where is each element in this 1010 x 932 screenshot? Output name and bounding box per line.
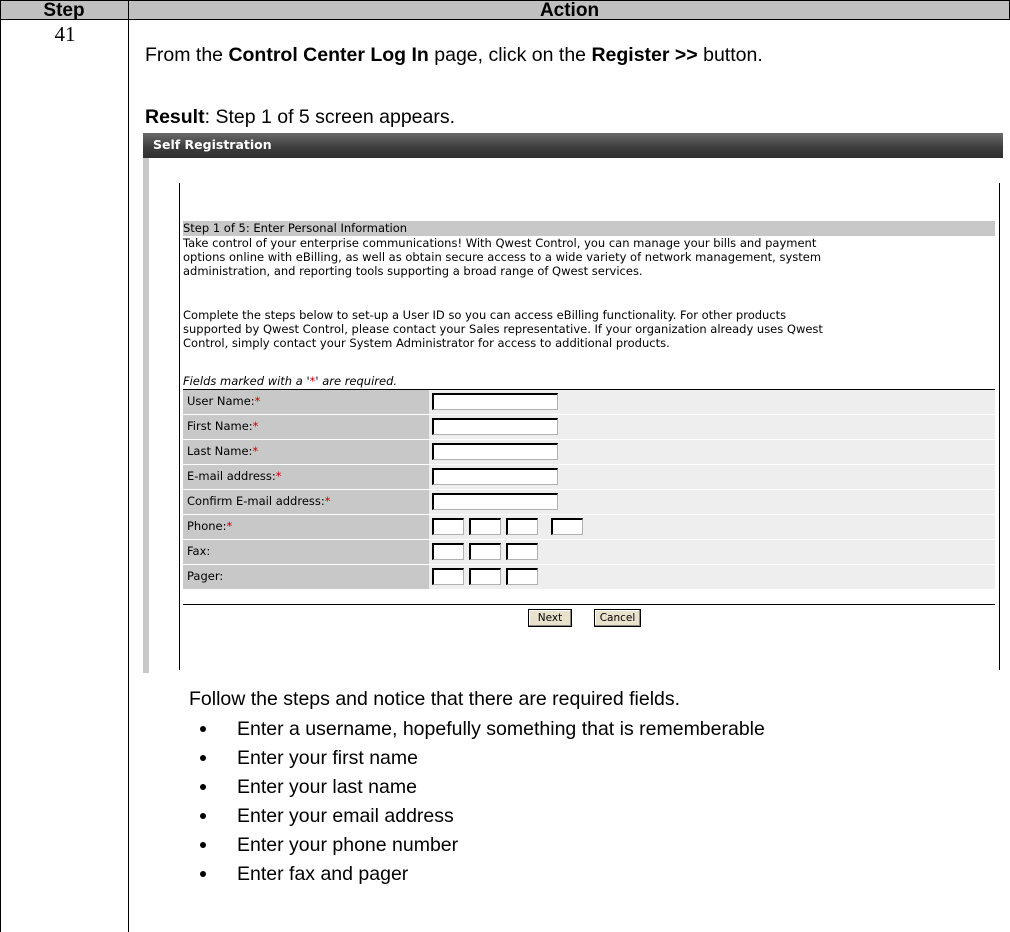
first-name-label: First Name:* [183,415,429,439]
phone-extension-input[interactable] [551,518,583,535]
confirm-email-row: Confirm E-mail address:* [183,490,995,515]
field-label-text: Confirm E-mail address: [187,494,325,508]
phone-prefix-input[interactable] [469,518,501,535]
bullet-icon [200,842,206,848]
phone-row: Phone:* [183,515,995,540]
fax-label: Fax: [183,540,429,564]
self-registration-screenshot: Self Registration Step 1 of 5: Enter Per… [143,133,1003,673]
required-star: * [324,494,331,508]
list-item-text: Enter fax and pager [237,863,409,885]
intro-paragraph: Take control of your enterprise communic… [183,236,995,278]
table-header-row: Step Action [0,0,1010,20]
first-name-input[interactable] [432,418,558,435]
user-name-row: User Name:* [183,390,995,415]
instructions-line: Complete the steps below to set-up a Use… [183,308,787,322]
instruction-middle: page, click on the [428,44,592,66]
required-fields-note: Fields marked with a '*' are required. [183,374,397,388]
result-body: : Step 1 of 5 screen appears. [204,106,456,128]
list-item-text: Enter your first name [237,747,418,769]
followup-intro: Follow the steps and notice that there a… [189,688,681,710]
pager-prefix-input[interactable] [469,568,501,585]
pager-line-input[interactable] [506,568,538,585]
field-label-text: Fax: [187,544,211,558]
required-note-suffix: ' are required. [315,374,398,388]
screenshot-title: Self Registration [153,137,272,152]
fax-row: Fax: [183,540,995,565]
phone-area-code-input[interactable] [432,518,464,535]
pager-label: Pager: [183,565,429,589]
result-text: Result: Step 1 of 5 screen appears. [145,106,455,129]
email-label: E-mail address:* [183,465,429,489]
next-button[interactable]: Next [528,609,572,627]
first-name-row: First Name:* [183,415,995,440]
last-name-label: Last Name:* [183,440,429,464]
field-label-text: E-mail address: [187,469,276,483]
screenshot-frame-right [999,183,1000,670]
header-step: Step [43,0,85,21]
bullet-icon [200,755,206,761]
email-row: E-mail address:* [183,465,995,490]
screenshot-left-bar [143,158,149,673]
field-label-text: Phone: [187,519,227,533]
field-label-text: User Name: [187,394,255,408]
table-border-left [0,0,1,932]
result-label: Result [145,106,205,128]
instruction-text: From the Control Center Log In page, cli… [145,44,763,67]
list-item-text: Enter a username, hopefully something th… [237,718,765,740]
required-star: * [226,519,233,533]
required-star: * [252,444,259,458]
confirm-email-input[interactable] [432,493,558,510]
confirm-email-label: Confirm E-mail address:* [183,490,429,514]
instructions-line: supported by Qwest Control, please conta… [183,322,823,336]
fax-area-code-input[interactable] [432,543,464,560]
field-label-text: First Name: [187,419,253,433]
instructions-line: Control, simply contact your System Admi… [183,336,670,350]
fields-table-bottom-rule [183,604,995,605]
phone-label: Phone:* [183,515,429,539]
required-star: * [252,419,259,433]
field-label-text: Last Name: [187,444,253,458]
required-star: * [275,469,282,483]
required-star: * [254,394,261,408]
pager-row: Pager: [183,565,995,590]
fields-table: User Name:* First Name:* Last Name:* E-m… [183,389,995,590]
user-name-input[interactable] [432,393,558,410]
step-number: 41 [54,22,76,46]
email-input[interactable] [432,468,558,485]
header-action: Action [539,0,600,21]
bullet-icon [200,784,206,790]
instruction-button-name: Register >> [591,44,698,66]
intro-line: options online with eBilling, as well as… [183,250,822,264]
instruction-prefix: From the [145,44,229,66]
fax-prefix-input[interactable] [469,543,501,560]
required-note-prefix: Fields marked with a ' [183,374,310,388]
bullet-icon [200,726,206,732]
screenshot-frame-left [179,183,180,670]
bullet-icon [200,871,206,877]
intro-line: administration, and reporting tools supp… [183,264,643,278]
field-label-text: Pager: [187,569,224,583]
cancel-button[interactable]: Cancel [594,609,641,627]
screenshot-titlebar: Self Registration [143,133,1003,158]
procedure-table: Step Action 41 From the Control Center L… [0,0,1010,932]
pager-area-code-input[interactable] [432,568,464,585]
list-item-text: Enter your last name [237,776,417,798]
last-name-row: Last Name:* [183,440,995,465]
list-item-text: Enter your phone number [237,834,459,856]
user-name-label: User Name:* [183,390,429,414]
fax-line-input[interactable] [506,543,538,560]
instruction-suffix: button. [697,44,763,66]
instruction-page-name: Control Center Log In [228,44,429,66]
bullet-icon [200,813,206,819]
instructions-paragraph: Complete the steps below to set-up a Use… [183,308,995,350]
phone-line-input[interactable] [506,518,538,535]
table-column-divider [128,0,129,932]
step-heading: Step 1 of 5: Enter Personal Information [183,221,995,236]
intro-line: Take control of your enterprise communic… [183,236,817,250]
last-name-input[interactable] [432,443,558,460]
list-item-text: Enter your email address [237,805,454,827]
